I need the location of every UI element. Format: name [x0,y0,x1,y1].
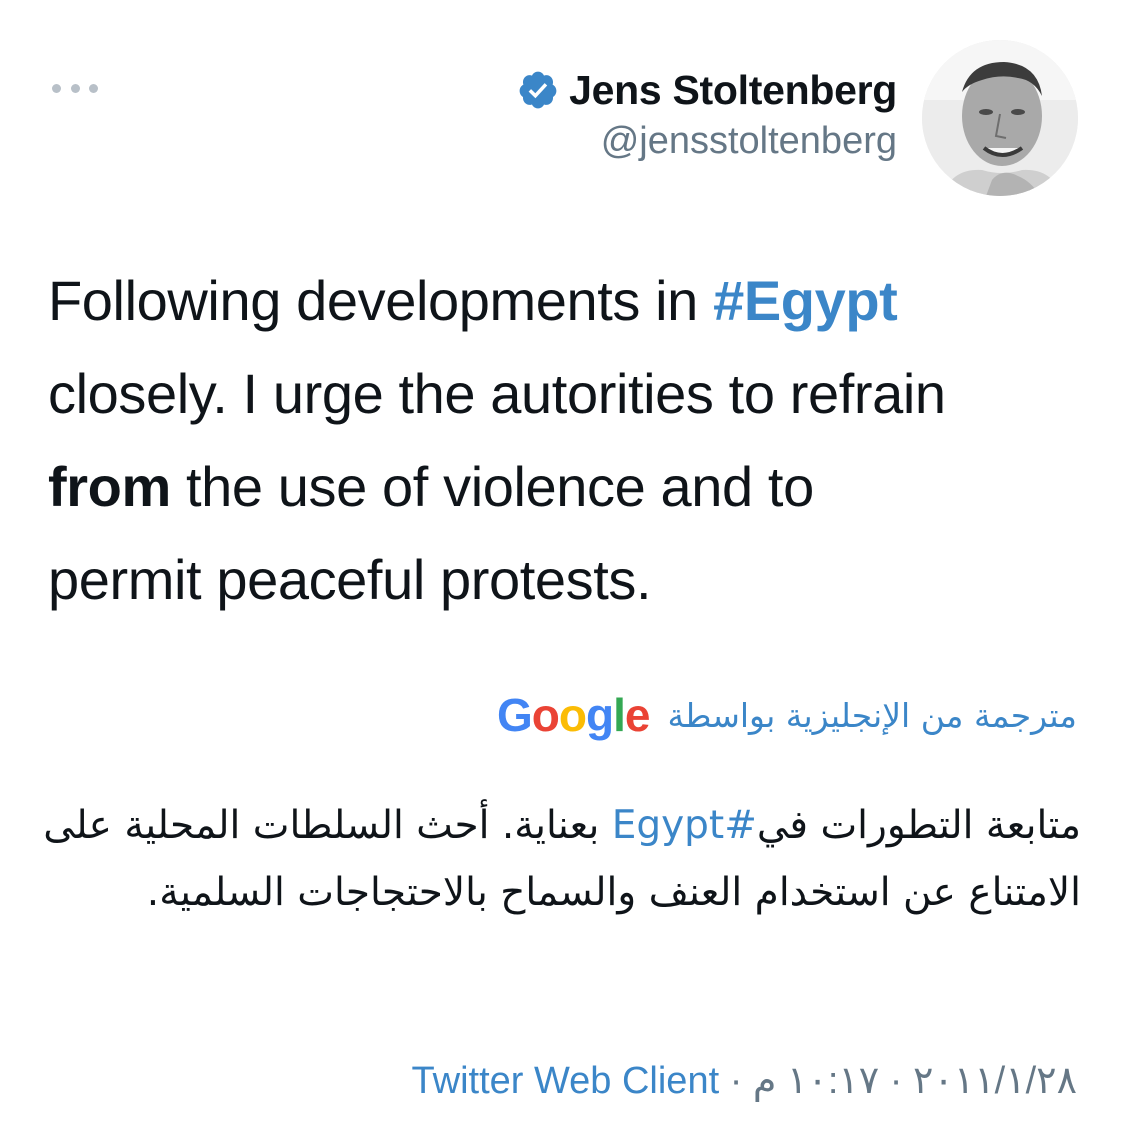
hashtag-link[interactable]: #Egypt [612,803,757,848]
translation-attribution: مترجمة من الإنجليزية بواسطة Google [497,688,1077,742]
more-dot-icon [89,83,98,93]
tweet-client-link[interactable]: Twitter Web Client [412,1060,720,1102]
tweet-text-segment: the use of violence and to [170,455,814,518]
tweet-line-2: closely. I urge the autorities to refrai… [48,362,946,425]
tweet-line-4: permit peaceful protests. [48,548,652,611]
tweet-text-segment: Following developments in [48,269,714,332]
more-options-button[interactable] [52,78,98,98]
hashtag-link[interactable]: #Egypt [713,269,898,332]
more-dot-icon [70,83,80,93]
tweet-line-1: Following developments in #Egypt [48,254,1088,347]
tweet-date[interactable]: ٢٠١١/١/٢٨ [913,1060,1077,1102]
author-info[interactable]: Jens Stoltenberg @jensstoltenberg [517,62,897,163]
author-name-row: Jens Stoltenberg [517,62,897,118]
author-handle[interactable]: @jensstoltenberg [517,120,897,163]
translated-tweet-text: متابعة التطورات في#Egypt بعناية. أحث الس… [31,792,1081,926]
avatar-photo [922,40,1078,196]
tweet-text-bold: from [48,455,171,518]
translated-text-segment: متابعة التطورات في [756,803,1081,848]
more-dot-icon [52,83,61,93]
tweet-line-3: from the use of violence and to [48,440,1088,533]
tweet-metadata: ٢٠١١/١/٢٨ · ١٠:١٧ م · Twitter Web Client [412,1058,1077,1103]
tweet-text: Following developments in #Egypt closely… [48,254,1088,626]
verified-badge-icon [519,71,557,109]
avatar[interactable] [922,40,1078,196]
meta-separator: · [729,1060,743,1102]
translated-by-label: مترجمة من الإنجليزية بواسطة [667,695,1077,735]
author-display-name[interactable]: Jens Stoltenberg [569,67,897,114]
meta-separator: · [889,1060,903,1102]
google-logo: Google [496,689,650,741]
tweet-time[interactable]: ١٠:١٧ م [753,1060,879,1102]
